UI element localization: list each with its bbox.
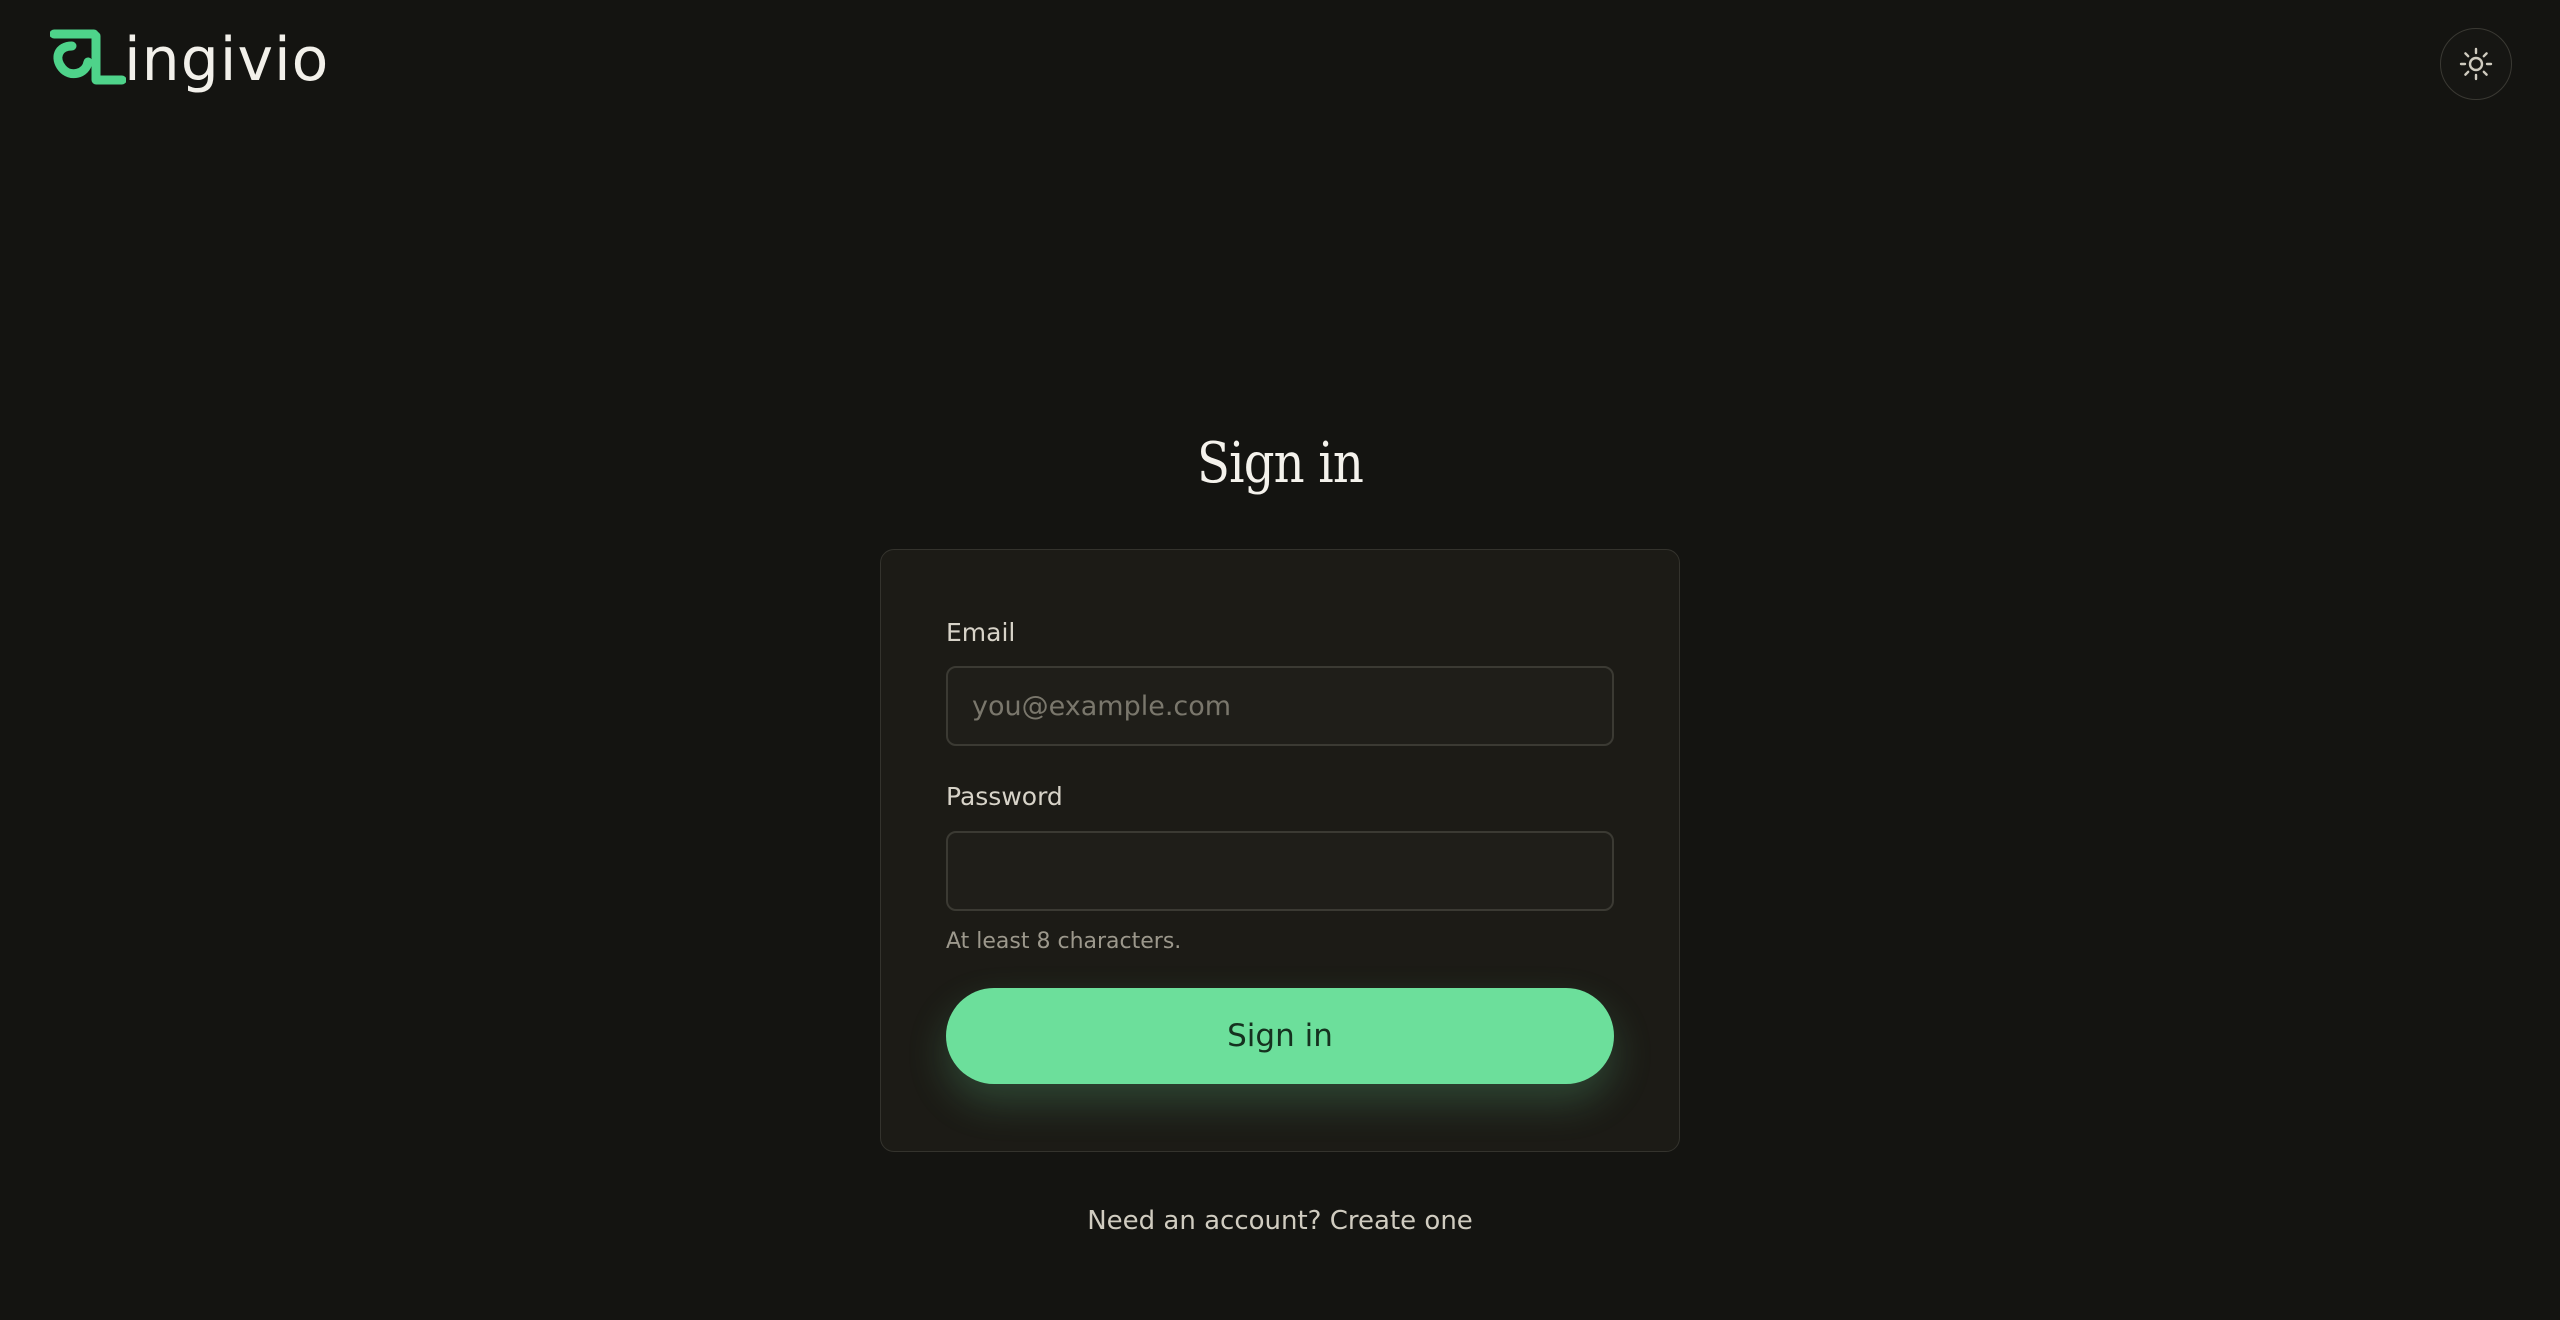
top-bar: ingivio bbox=[0, 0, 2560, 128]
sign-in-form: Email Password At least 8 characters. Si… bbox=[880, 549, 1680, 1152]
create-account-row: Need an account? Create one bbox=[0, 1208, 2560, 1234]
email-field[interactable] bbox=[946, 666, 1614, 746]
sun-icon bbox=[2459, 47, 2493, 81]
create-account-prompt: Need an account? bbox=[1087, 1206, 1322, 1236]
password-hint: At least 8 characters. bbox=[946, 929, 1182, 954]
brand-logo[interactable]: ingivio bbox=[50, 26, 329, 92]
create-account-link[interactable]: Create one bbox=[1330, 1206, 1473, 1236]
brand-name: ingivio bbox=[124, 25, 330, 95]
sign-in-button[interactable]: Sign in bbox=[946, 988, 1614, 1084]
password-field[interactable] bbox=[946, 831, 1614, 911]
email-label: Email bbox=[946, 618, 1016, 647]
page-title: Sign in bbox=[1197, 431, 1364, 496]
theme-toggle-button[interactable] bbox=[2440, 28, 2512, 100]
devanagari-la-logo-icon bbox=[50, 29, 126, 85]
password-label: Password bbox=[946, 782, 1063, 811]
